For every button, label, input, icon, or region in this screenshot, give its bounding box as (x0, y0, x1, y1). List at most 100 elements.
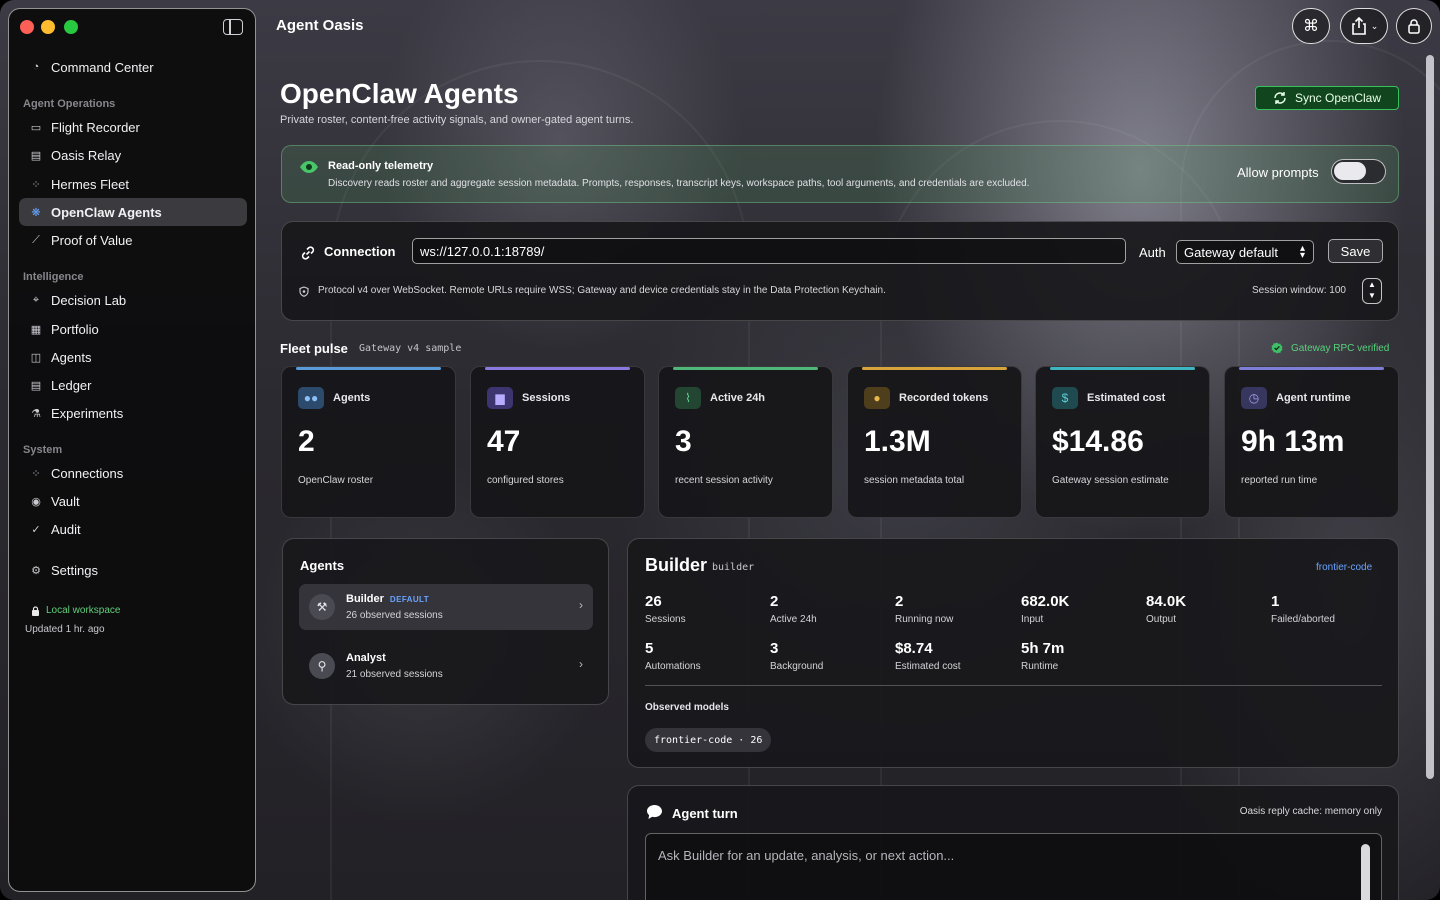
check-icon: ✓ (31, 523, 41, 536)
window-minimize-button[interactable] (41, 20, 55, 34)
sidebar-item-label: Flight Recorder (51, 119, 140, 135)
allow-prompts-label: Allow prompts (1237, 165, 1319, 180)
connection-card: Connection Auth Gateway default ▴▾ Save … (281, 221, 1399, 321)
agent-turn-input[interactable] (645, 833, 1382, 900)
workspace-status: Local workspace (31, 605, 120, 616)
model-link[interactable]: frontier-code (1316, 562, 1372, 573)
people-icon: ●● (298, 387, 324, 409)
share-button[interactable]: ⌄ (1340, 8, 1388, 44)
relay-icon: ▤ (30, 149, 42, 162)
lock-button[interactable] (1396, 8, 1432, 44)
fleet-pulse-title: Fleet pulse (280, 341, 348, 356)
agent-detail-id: builder (712, 562, 755, 573)
window-close-button[interactable] (20, 20, 34, 34)
sidebar-item-audit[interactable]: ✓ Audit (19, 515, 247, 543)
sidebar-item-vault[interactable]: ◉ Vault (19, 487, 247, 515)
paw-icon: ❋ (31, 206, 41, 219)
sidebar-item-label: Settings (51, 562, 98, 578)
sidebar-item-proof-of-value[interactable]: ⟋ Proof of Value (19, 226, 247, 254)
section-label-intelligence: Intelligence (23, 271, 84, 283)
sidebar-item-label: Hermes Fleet (51, 176, 130, 192)
connection-url-input[interactable] (412, 238, 1126, 264)
allow-prompts-toggle[interactable] (1331, 159, 1386, 184)
reply-cache-label: Oasis reply cache: memory only (1239, 806, 1382, 817)
stat-value: 682.0K (1021, 593, 1070, 610)
sidebar-item-flight-recorder[interactable]: ▭ Flight Recorder (19, 113, 247, 141)
decision-icon: ⌖ (32, 293, 40, 306)
page-subtitle: Private roster, content-free activity si… (280, 114, 634, 126)
metric-sub: OpenClaw roster (298, 475, 374, 486)
sidebar-item-settings[interactable]: ⚙ Settings (19, 556, 247, 584)
agent-detail-card: Builder builder frontier-code 26 Sessions… (627, 538, 1399, 768)
link-icon (301, 246, 315, 260)
sidebar-item-label: Portfolio (51, 321, 99, 337)
agent-name: Builder DEFAULT (346, 593, 429, 605)
save-button[interactable]: Save (1328, 239, 1383, 263)
sidebar-item-decision-lab[interactable]: ⌖ Decision Lab (19, 286, 247, 314)
metric-label: Sessions (522, 392, 571, 404)
grid-icon: ▦ (30, 323, 42, 336)
agent-row-analyst[interactable]: ⚲ Analyst 21 observed sessions › (299, 643, 593, 689)
stat-value: 1 (1271, 593, 1280, 610)
sidebar-item-connections[interactable]: ⁘ Connections (19, 459, 247, 487)
fleet-pulse-tag: Gateway v4 sample (359, 343, 462, 354)
hammer-icon: ⚒ (309, 594, 335, 620)
sidebar-item-oasis-relay[interactable]: ▤ Oasis Relay (19, 141, 247, 169)
session-window-stepper[interactable]: ▲ ▼ (1362, 278, 1382, 304)
input-scrollbar[interactable] (1361, 844, 1370, 900)
metric-value: 9h 13m (1241, 425, 1345, 458)
stat-sessions: 26 Sessions (645, 593, 765, 625)
agent-row-builder[interactable]: ⚒ Builder DEFAULT 26 observed sessions › (299, 584, 593, 630)
stat-input: 682.0K Input (1021, 593, 1141, 625)
main-scrollbar[interactable] (1426, 55, 1434, 779)
sidebar-item-label: Experiments (51, 405, 124, 421)
workspace-label: Local workspace (46, 605, 121, 616)
sync-openclaw-button[interactable]: Sync OpenClaw (1255, 86, 1399, 110)
chevron-right-icon: › (579, 657, 583, 671)
sidebar-item-label: OpenClaw Agents (51, 204, 162, 220)
sidebar-item-label: Proof of Value (51, 232, 133, 248)
sidebar-item-openclaw-agents[interactable]: ❋ OpenClaw Agents (19, 198, 247, 226)
metric-accent-bar (296, 367, 441, 370)
sidebar-item-label: Vault (51, 493, 80, 509)
metric-label: Recorded tokens (899, 392, 989, 404)
telemetry-description: Discovery reads roster and aggregate ses… (328, 178, 1030, 189)
sidebar-item-label: Agents (51, 349, 92, 365)
metric-sub: Gateway session estimate (1052, 475, 1169, 486)
agent-turn-title: Agent turn (672, 806, 738, 821)
metric-sub: session metadata total (864, 475, 965, 486)
gateway-verified-status: Gateway RPC verified (1271, 342, 1389, 354)
sidebar-item-agents[interactable]: ◫ Agents (19, 343, 247, 371)
sidebar-item-label: Decision Lab (51, 292, 127, 308)
stat-label: Sessions (645, 614, 686, 625)
connections-icon: ⁘ (31, 467, 41, 480)
timer-icon: ◷ (1241, 387, 1267, 409)
agent-detail-name: Builder (645, 555, 708, 575)
model-chip[interactable]: frontier-code · 26 (645, 728, 772, 752)
agents-list-card: Agents ⚒ Builder DEFAULT 26 observed sess… (282, 538, 609, 705)
window-zoom-button[interactable] (64, 20, 78, 34)
metric-label: Agents (333, 392, 371, 404)
sidebar-item-label: Oasis Relay (51, 147, 122, 163)
sidebar-item-command-center[interactable]: ◔ Command Center (19, 53, 247, 81)
app-window: ◔ Command Center Agent Operations ▭ Flig… (0, 0, 1440, 900)
metric-card-agents: ●● Agents 2 OpenClaw roster (281, 366, 456, 518)
chat-icon: ▆ (487, 387, 513, 409)
auth-select[interactable]: Gateway default ▴ ▾ (1176, 240, 1314, 264)
sidebar-item-hermes-fleet[interactable]: ⁘ Hermes Fleet (19, 170, 247, 198)
sidebar-item-experiments[interactable]: ⚗ Experiments (19, 399, 247, 427)
default-badge: DEFAULT (389, 595, 429, 604)
connection-note: Protocol v4 over WebSocket. Remote URLs … (318, 285, 886, 296)
sidebar-item-ledger[interactable]: ▤ Ledger (19, 371, 247, 399)
sidebar-item-portfolio[interactable]: ▦ Portfolio (19, 315, 247, 343)
metric-label: Active 24h (710, 392, 766, 404)
auth-label: Auth (1139, 245, 1166, 260)
metric-label: Estimated cost (1087, 392, 1166, 404)
section-label-system: System (23, 444, 63, 456)
sidebar-toggle-icon[interactable] (223, 19, 243, 35)
command-button[interactable]: ⌘ (1292, 8, 1330, 44)
stat-value: 2 (895, 593, 904, 610)
chevron-down-icon: ⌄ (1370, 20, 1379, 31)
section-label-agent-operations: Agent Operations (23, 98, 116, 110)
agent-sessions: 26 observed sessions (346, 610, 443, 621)
